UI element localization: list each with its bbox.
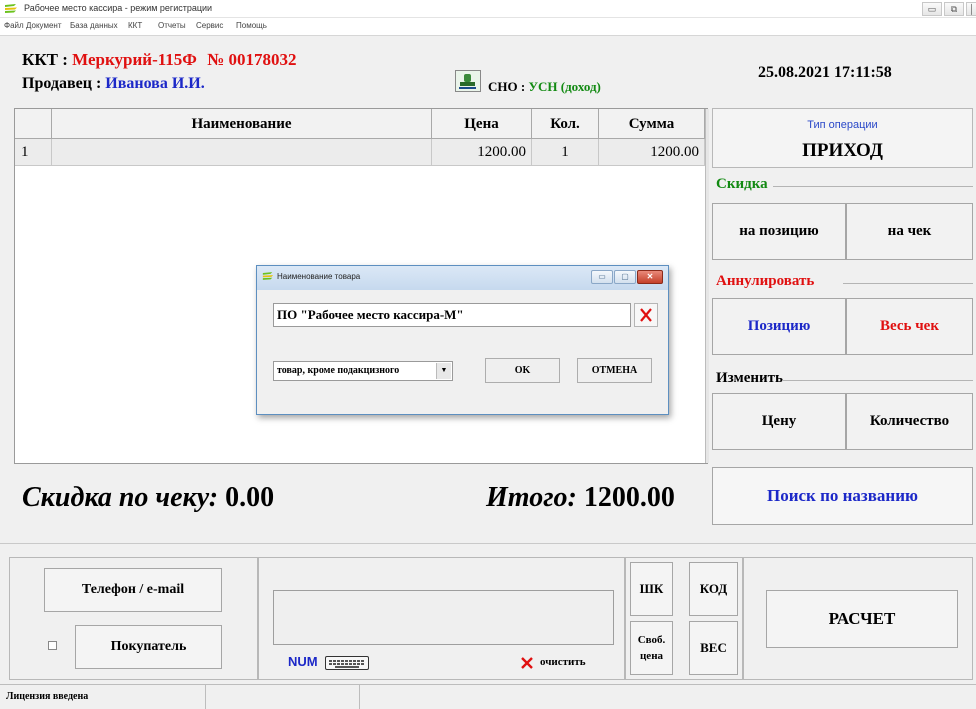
- menu-reports[interactable]: Отчеты: [158, 21, 186, 30]
- check-discount: Скидка по чеку: 0.00: [22, 482, 274, 514]
- weight-mode-button[interactable]: ВЕС: [689, 621, 738, 675]
- menu-file[interactable]: Файл: [4, 21, 24, 30]
- maximize-button[interactable]: ⧉: [944, 2, 964, 16]
- divider: [843, 283, 973, 284]
- dialog-close-button[interactable]: ✕: [637, 270, 663, 284]
- seller-name: Иванова И.И.: [105, 75, 205, 92]
- num-lock-indicator: NUM: [288, 654, 318, 669]
- cancel-check-button[interactable]: Весь чек: [846, 298, 973, 355]
- row-1-price[interactable]: 1200.00: [432, 139, 532, 166]
- column-header-qty: Кол.: [532, 109, 599, 139]
- row-1-name[interactable]: [52, 139, 432, 166]
- menu-kkt[interactable]: ККТ: [128, 21, 142, 30]
- change-price-button[interactable]: Цену: [712, 393, 846, 450]
- menu-bar: Файл Документ База данных ККТ Отчеты Сер…: [0, 18, 976, 36]
- row-1-num[interactable]: 1: [15, 139, 52, 166]
- row-1-sum[interactable]: 1200.00: [599, 139, 705, 166]
- operation-type-label: Тип операции: [807, 119, 878, 131]
- red-x-icon[interactable]: [520, 656, 534, 670]
- datetime: 25.08.2021 17:11:58: [758, 64, 892, 81]
- keyboard-icon[interactable]: [325, 656, 369, 670]
- cancel-button[interactable]: ОТМЕНА: [577, 358, 652, 383]
- row-1-qty[interactable]: 1: [532, 139, 599, 166]
- sno-info: СНО : УСН (доход): [488, 79, 601, 95]
- dialog-title-bar[interactable]: Наименование товара ▭ ▢ ✕: [257, 266, 668, 290]
- product-type-select[interactable]: товар, кроме подакцизного ▼: [273, 361, 453, 381]
- chevron-down-icon[interactable]: ▼: [436, 363, 451, 379]
- dialog-title: Наименование товара: [277, 272, 361, 281]
- free-price-button[interactable]: Своб. цена: [630, 621, 673, 675]
- kkt-label: ККТ :: [22, 50, 68, 69]
- divider: [782, 380, 973, 381]
- product-name-input[interactable]: ПО "Рабочее место кассира-М": [273, 303, 631, 327]
- discount-section-label: Скидка: [716, 176, 768, 192]
- license-status: Лицензия введена: [6, 691, 89, 702]
- column-header-sum: Сумма: [599, 109, 705, 139]
- buyer-button[interactable]: Покупатель: [75, 625, 222, 669]
- operation-type-value: ПРИХОД: [802, 140, 883, 161]
- cancel-section-label: Аннулировать: [716, 273, 815, 289]
- title-bar: Рабочее место кассира - режим регистраци…: [0, 0, 976, 18]
- status-segment: [206, 685, 360, 709]
- check-discount-value: 0.00: [225, 482, 275, 513]
- seller-info: Продавец : Иванова И.И.: [22, 75, 205, 93]
- column-header-price: Цена: [432, 109, 532, 139]
- kkt-model: Меркурий-115Ф: [72, 50, 197, 69]
- dialog-minimize-button[interactable]: ▭: [591, 270, 613, 284]
- cancel-position-button[interactable]: Позицию: [712, 298, 846, 355]
- code-mode-button[interactable]: КОД: [689, 562, 738, 616]
- product-name-dialog: Наименование товара ▭ ▢ ✕ ПО "Рабочее ме…: [256, 265, 669, 415]
- kkt-number: № 00178032: [207, 50, 297, 69]
- grand-total-value: 1200.00: [583, 482, 675, 513]
- status-bar: Лицензия введена: [0, 684, 976, 709]
- clear-button[interactable]: очистить: [540, 656, 586, 668]
- clear-name-button[interactable]: [634, 303, 658, 327]
- close-button[interactable]: │: [966, 2, 976, 16]
- menu-document[interactable]: Документ: [26, 21, 62, 30]
- code-input[interactable]: [273, 590, 614, 645]
- discount-position-button[interactable]: на позицию: [712, 203, 846, 260]
- kkt-info: ККТ : Меркурий-115Ф № 00178032: [22, 50, 297, 70]
- barcode-mode-button[interactable]: ШК: [630, 562, 673, 616]
- menu-service[interactable]: Сервис: [196, 21, 223, 30]
- column-header-name: Наименование: [52, 109, 432, 139]
- divider: [773, 186, 973, 187]
- window-title: Рабочее место кассира - режим регистраци…: [24, 3, 213, 13]
- ok-button[interactable]: OK: [485, 358, 560, 383]
- buyer-checkbox[interactable]: [48, 641, 57, 650]
- change-quantity-button[interactable]: Количество: [846, 393, 973, 450]
- menu-help[interactable]: Помощь: [236, 21, 267, 30]
- pay-button[interactable]: РАСЧЕТ: [766, 590, 958, 648]
- phone-email-button[interactable]: Телефон / e-mail: [44, 568, 222, 612]
- discount-check-button[interactable]: на чек: [846, 203, 973, 260]
- check-discount-label: Скидка по чеку:: [22, 482, 219, 513]
- sno-label: СНО :: [488, 79, 526, 94]
- menu-database[interactable]: База данных: [70, 21, 118, 30]
- search-by-name-button[interactable]: Поиск по названию: [712, 467, 973, 525]
- column-header-num: [15, 109, 52, 139]
- table-scrollbar[interactable]: [705, 109, 709, 463]
- sno-stamp-icon[interactable]: [455, 70, 481, 92]
- sno-value: УСН (доход): [528, 79, 601, 94]
- dialog-maximize-button[interactable]: ▢: [614, 270, 636, 284]
- seller-label: Продавец :: [22, 75, 102, 92]
- grand-total: Итого: 1200.00: [486, 482, 675, 514]
- status-segment: Лицензия введена: [0, 685, 206, 709]
- app-logo-icon: [5, 4, 17, 13]
- product-type-value: товар, кроме подакцизного: [277, 365, 400, 376]
- operation-type-panel: Тип операции ПРИХОД: [712, 108, 973, 168]
- grand-total-label: Итого:: [486, 482, 577, 513]
- app-logo-icon: [262, 272, 274, 280]
- change-section-label: Изменить: [716, 370, 783, 386]
- divider: [0, 543, 976, 544]
- red-x-icon: [640, 308, 652, 322]
- minimize-button[interactable]: ▭: [922, 2, 942, 16]
